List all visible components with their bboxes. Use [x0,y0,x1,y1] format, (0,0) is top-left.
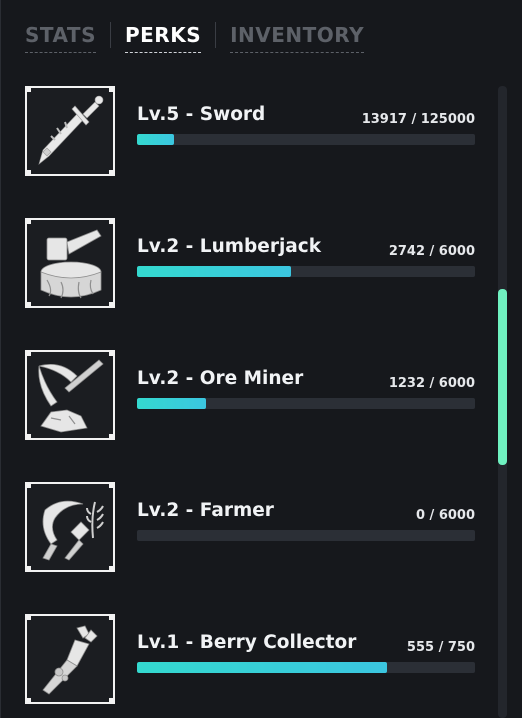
perk-item-farmer[interactable]: Lv.2 - Farmer 0 / 6000 [25,482,477,574]
tab-bar: STATS PERKS INVENTORY [25,22,365,56]
perk-title: Lv.2 - Lumberjack [137,236,322,257]
perk-title: Lv.5 - Sword [137,104,266,125]
tab-divider [109,22,111,48]
perk-xp: 1232 / 6000 [388,376,475,391]
perk-progress-bar [137,134,475,145]
perk-progress-bar [137,266,475,277]
tab-perks[interactable]: PERKS [124,22,202,53]
perk-icon-frame [25,218,115,308]
perk-icon-frame [25,614,115,704]
perks-panel: STATS PERKS INVENTORY Lv.5 - Sword 13917… [0,0,522,718]
perk-xp: 555 / 750 [406,640,475,655]
sickle-hammer-icon [42,500,104,561]
perk-xp: 0 / 6000 [415,508,475,523]
tab-divider [215,22,217,48]
perk-progress-fill [137,662,388,673]
perk-progress-bar [137,662,475,673]
berry-claw-icon [42,625,98,695]
axe-stump-icon [40,229,102,299]
tab-stats[interactable]: STATS [25,22,96,53]
scrollbar-track[interactable] [498,86,507,718]
perk-progress-fill [137,134,175,145]
perk-icon-frame [25,482,115,572]
perk-title: Lv.2 - Ore Miner [137,368,304,389]
perk-progress-fill [137,266,292,277]
perk-item-ore-miner[interactable]: Lv.2 - Ore Miner 1232 / 6000 [25,350,477,442]
sword-icon [38,95,104,165]
perk-xp: 2742 / 6000 [388,244,475,259]
perk-item-berry-collector[interactable]: Lv.1 - Berry Collector 555 / 750 [25,614,477,706]
tab-inventory[interactable]: INVENTORY [230,22,365,53]
perk-xp: 13917 / 125000 [361,112,475,127]
perk-icon-frame [25,350,115,440]
perk-progress-fill [137,398,207,409]
perk-progress-bar [137,398,475,409]
scrollbar-thumb[interactable] [498,289,507,465]
perk-item-lumberjack[interactable]: Lv.2 - Lumberjack 2742 / 6000 [25,218,477,310]
perk-item-sword[interactable]: Lv.5 - Sword 13917 / 125000 [25,86,477,178]
perk-title: Lv.1 - Berry Collector [137,632,357,653]
perk-title: Lv.2 - Farmer [137,500,274,521]
pickaxe-icon [38,359,104,433]
perk-icon-frame [25,86,115,176]
perk-progress-bar [137,530,475,541]
